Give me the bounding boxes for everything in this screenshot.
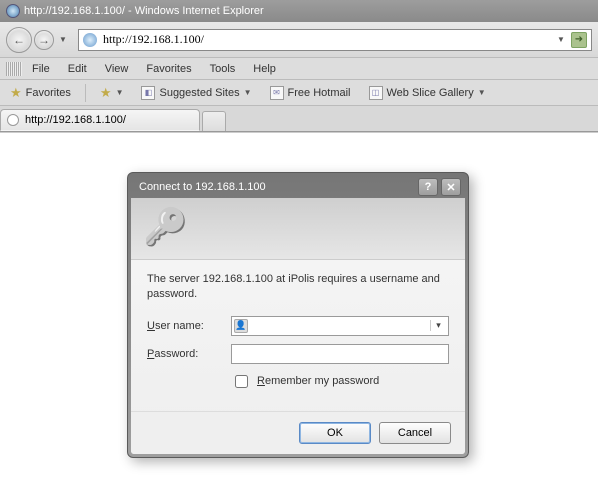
dialog-button-row: OK Cancel — [131, 411, 465, 454]
star-icon: ★ — [10, 85, 22, 101]
dialog-title: Connect to 192.168.1.100 — [139, 181, 266, 193]
cancel-button[interactable]: Cancel — [379, 422, 451, 444]
password-input[interactable] — [234, 346, 446, 362]
web-slice-gallery-link[interactable]: ◫ Web Slice Gallery ▼ — [365, 86, 490, 100]
dialog-message: The server 192.168.1.100 at iPolis requi… — [147, 272, 449, 302]
menu-tools[interactable]: Tools — [202, 63, 244, 75]
tab-title: http://192.168.1.100/ — [25, 114, 126, 126]
suggested-dropdown-icon: ▼ — [244, 88, 252, 97]
new-tab-button[interactable] — [202, 111, 226, 131]
navigation-toolbar: ← → ▼ ▼ ➜ — [0, 22, 598, 58]
favorites-label: Favorites — [26, 87, 71, 99]
username-label: UUser name:ser name: — [147, 320, 231, 332]
star-add-icon: ★ — [100, 85, 112, 101]
address-input[interactable] — [101, 31, 551, 49]
remember-checkbox[interactable] — [235, 375, 248, 388]
browser-tab[interactable]: http://192.168.1.100/ — [0, 109, 200, 131]
hotmail-label: Free Hotmail — [288, 87, 351, 99]
username-dropdown[interactable]: ▾ — [430, 320, 446, 331]
user-avatar-icon: 👤 — [234, 319, 248, 333]
site-favicon-icon — [83, 33, 97, 47]
menu-view[interactable]: View — [97, 63, 137, 75]
toolbar-separator — [85, 84, 86, 102]
help-button[interactable]: ? — [418, 178, 438, 196]
window-titlebar: http://192.168.1.100/ - Windows Internet… — [0, 0, 598, 22]
back-button[interactable]: ← — [6, 27, 32, 53]
favorites-toolbar: ★ Favorites ★ ▼ ◧ Suggested Sites ▼ ✉ Fr… — [0, 80, 598, 106]
tab-favicon-icon — [7, 114, 19, 126]
dialog-body: The server 192.168.1.100 at iPolis requi… — [131, 198, 465, 454]
menu-favorites[interactable]: Favorites — [138, 63, 199, 75]
hotmail-icon: ✉ — [270, 86, 284, 100]
web-slice-icon: ◫ — [369, 86, 383, 100]
username-field-wrapper: 👤 ▾ — [231, 316, 449, 336]
menu-edit[interactable]: Edit — [60, 63, 95, 75]
go-button[interactable]: ➜ — [571, 32, 587, 48]
slice-dropdown-icon: ▼ — [478, 88, 486, 97]
forward-button[interactable]: → — [34, 30, 54, 50]
suggested-sites-label: Suggested Sites — [159, 87, 239, 99]
suggested-sites-icon: ◧ — [141, 86, 155, 100]
username-input[interactable] — [252, 318, 430, 334]
free-hotmail-link[interactable]: ✉ Free Hotmail — [266, 86, 355, 100]
window-title: http://192.168.1.100/ - Windows Internet… — [24, 5, 264, 17]
menubar-grip — [6, 62, 22, 76]
menu-help[interactable]: Help — [245, 63, 284, 75]
ok-button[interactable]: OK — [299, 422, 371, 444]
menu-bar: File Edit View Favorites Tools Help — [0, 58, 598, 80]
password-field-wrapper — [231, 344, 449, 364]
address-dropdown[interactable]: ▼ — [555, 35, 567, 44]
suggested-sites-link[interactable]: ◧ Suggested Sites ▼ — [137, 86, 255, 100]
tab-strip: http://192.168.1.100/ — [0, 106, 598, 132]
close-button[interactable]: ✕ — [441, 178, 461, 196]
slice-label: Web Slice Gallery — [387, 87, 474, 99]
menu-file[interactable]: File — [24, 63, 58, 75]
add-favorite-button[interactable]: ★ ▼ — [96, 85, 128, 101]
history-dropdown[interactable]: ▼ — [56, 33, 70, 47]
dialog-artwork — [131, 198, 465, 260]
auth-dialog: Connect to 192.168.1.100 ? ✕ The server … — [127, 172, 469, 458]
remember-label: RRemember my passwordemember my password — [257, 375, 379, 387]
add-favorite-dropdown-icon: ▼ — [116, 88, 124, 97]
password-label: PPassword:assword: — [147, 348, 231, 360]
dialog-titlebar: Connect to 192.168.1.100 ? ✕ — [131, 176, 465, 198]
favorites-button[interactable]: ★ Favorites — [6, 85, 75, 101]
ie-app-icon — [6, 4, 20, 18]
address-bar: ▼ ➜ — [78, 29, 592, 51]
keys-icon — [143, 206, 187, 250]
